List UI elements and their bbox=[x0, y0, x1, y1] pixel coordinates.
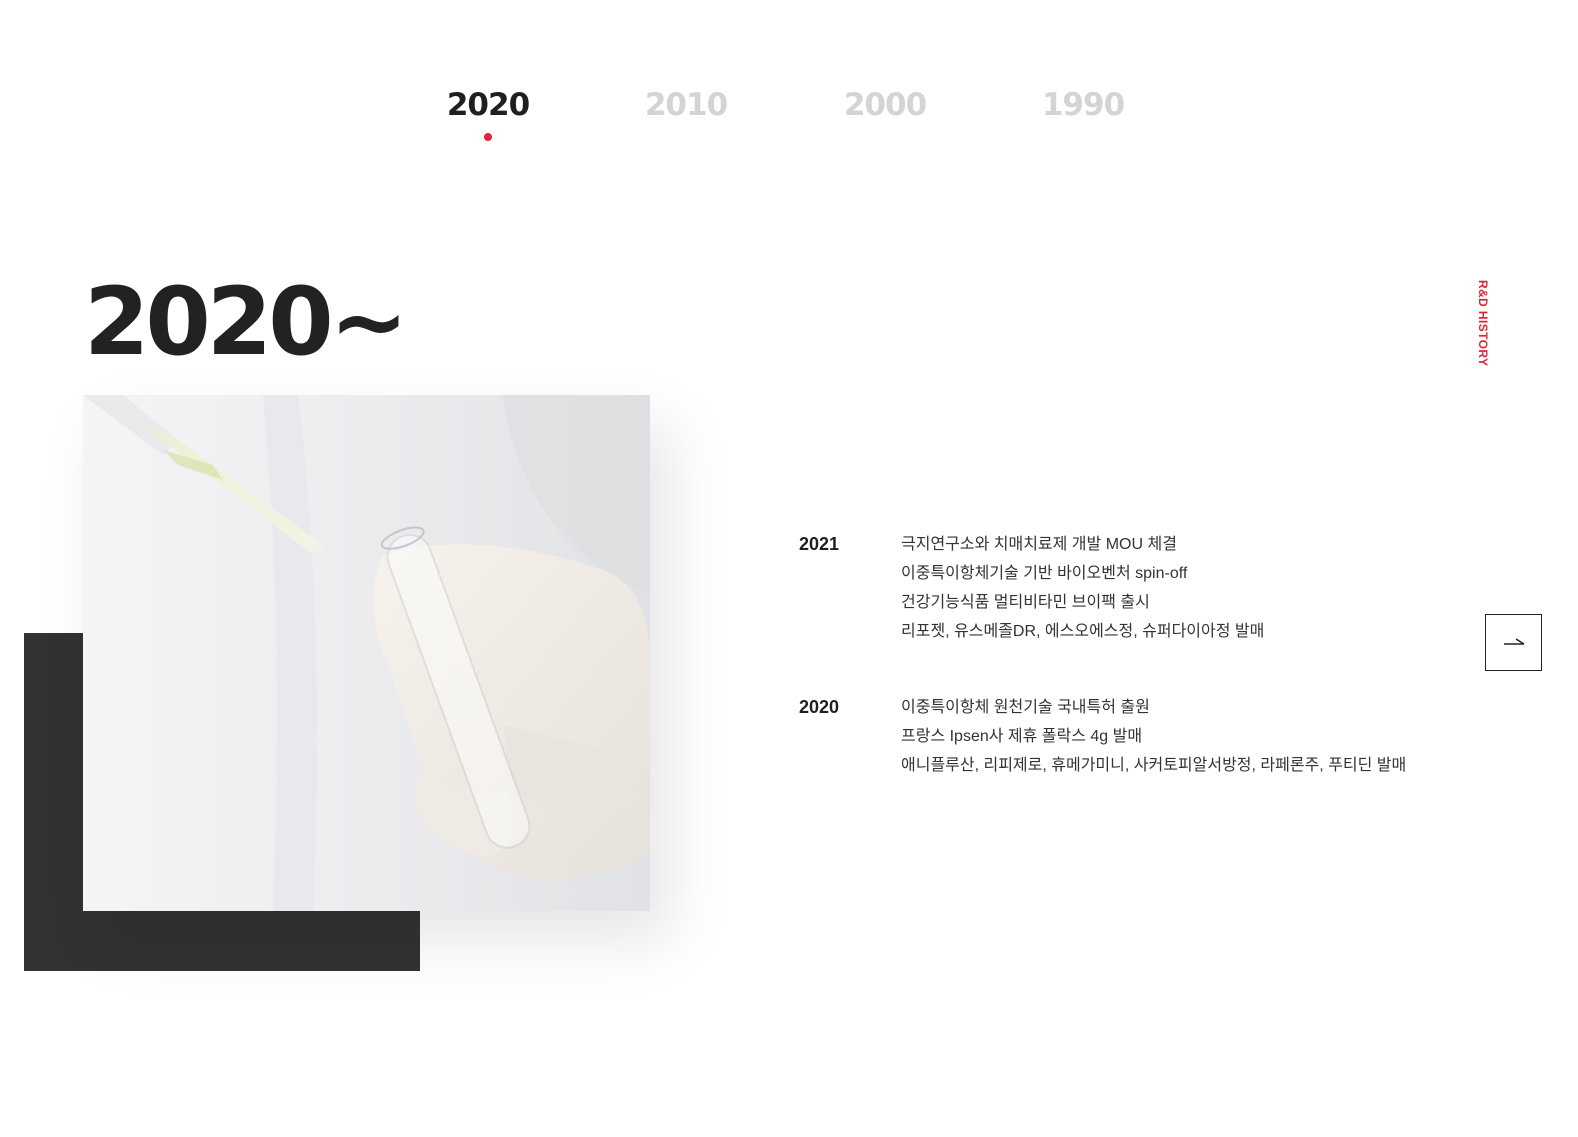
next-decade-button[interactable] bbox=[1485, 614, 1542, 671]
tab-1990[interactable]: 1990 bbox=[1013, 84, 1153, 126]
event-item: 프랑스 Ipsen사 제휴 폴락스 4g 발매 bbox=[901, 728, 1143, 745]
event-item: 이중특이항체 원천기술 국내특허 출원 bbox=[901, 699, 1150, 716]
year-label: 2021 bbox=[799, 534, 840, 554]
timeline: 2021 극지연구소와 치매치료제 개발 MOU 체결 이중특이항체기술 기반 … bbox=[799, 530, 1479, 793]
event-list: 극지연구소와 치매치료제 개발 MOU 체결 이중특이항체기술 기반 바이오벤처… bbox=[901, 530, 1264, 646]
event-item: 극지연구소와 치매치료제 개발 MOU 체결 bbox=[901, 536, 1177, 553]
timeline-year-2021: 2021 극지연구소와 치매치료제 개발 MOU 체결 이중특이항체기술 기반 … bbox=[799, 530, 1479, 693]
arrow-right-icon bbox=[1503, 637, 1524, 645]
decade-title: 2020~ bbox=[84, 268, 408, 377]
lab-photo bbox=[83, 395, 650, 911]
timeline-year-2020: 2020 이중특이항체 원천기술 국내특허 출원 프랑스 Ipsen사 제휴 폴… bbox=[799, 693, 1479, 793]
decorative-block-horizontal bbox=[24, 911, 420, 971]
decade-tabs: 2020 2010 2000 1990 bbox=[0, 84, 1578, 154]
tab-2010[interactable]: 2010 bbox=[616, 84, 756, 126]
year-label: 2020 bbox=[799, 697, 840, 717]
event-item: 건강기능식품 멀티비타민 브이팩 출시 bbox=[901, 594, 1150, 611]
event-item: 이중특이항체기술 기반 바이오벤처 spin-off bbox=[901, 565, 1188, 582]
event-item: 애니플루산, 리피제로, 휴메가미니, 사커토피알서방정, 라페론주, 푸티딘 … bbox=[901, 757, 1407, 774]
tab-2020[interactable]: 2020 bbox=[418, 84, 558, 126]
event-item: 리포젯, 유스메졸DR, 에스오에스정, 슈퍼다이아정 발매 bbox=[901, 623, 1265, 640]
tab-2000[interactable]: 2000 bbox=[815, 84, 955, 126]
active-tab-indicator bbox=[484, 133, 492, 141]
event-list: 이중특이항체 원천기술 국내특허 출원 프랑스 Ipsen사 제휴 폴락스 4g… bbox=[901, 693, 1406, 780]
section-side-label: R&D HISTORY bbox=[1476, 280, 1490, 367]
